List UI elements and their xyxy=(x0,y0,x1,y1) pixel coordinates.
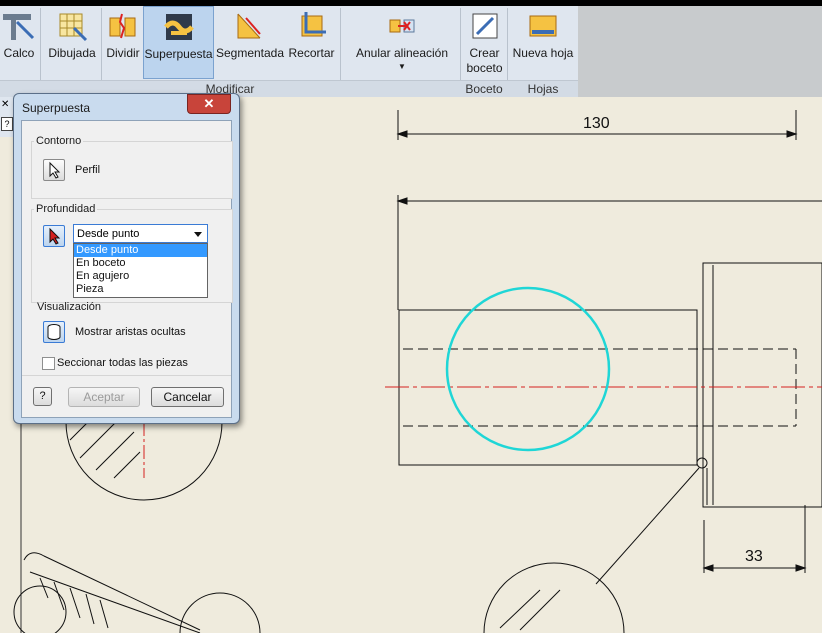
crear-boceto-button[interactable]: Crear boceto xyxy=(462,6,507,79)
dibujada-label: Dibujada xyxy=(48,46,96,60)
superpuesta-button[interactable]: Superpuesta xyxy=(143,6,214,79)
ribbon: Calco Dibujada Dividir Superpuesta Segme… xyxy=(0,0,822,97)
superpuesta-label: Superpuesta xyxy=(144,47,213,61)
profundidad-combo[interactable]: Desde punto xyxy=(73,224,208,243)
perfil-label: Perfil xyxy=(75,164,101,176)
dimension-130-text: 130 xyxy=(583,115,610,132)
superpuesta-icon xyxy=(163,14,194,40)
dialog-body: Contorno Perfil Profundidad Desde punto … xyxy=(21,120,233,418)
dividir-icon xyxy=(109,13,136,39)
dibujada-button[interactable]: Dibujada xyxy=(44,6,100,79)
ribbon-empty-area xyxy=(578,6,822,97)
mostrar-aristas-button[interactable] xyxy=(43,321,65,343)
profundidad-combo-value: Desde punto xyxy=(77,228,140,240)
mostrar-aristas-label: Mostrar aristas ocultas xyxy=(75,326,186,338)
nueva-hoja-icon xyxy=(529,15,557,37)
cursor-arrow-red-icon xyxy=(49,227,61,245)
seccionar-label: Seccionar todas las piezas xyxy=(57,357,188,369)
seccionar-checkbox[interactable] xyxy=(42,357,55,370)
dividir-label: Dividir xyxy=(106,46,140,60)
segmentada-button[interactable]: Segmentada xyxy=(215,6,285,79)
option-en-agujero[interactable]: En agujero xyxy=(74,270,207,283)
profundidad-dropdown-list: Desde punto En boceto En agujero Pieza xyxy=(73,243,208,298)
cylinder-icon xyxy=(47,324,61,340)
dimension-33-text: 33 xyxy=(745,548,763,565)
perfil-select-button[interactable] xyxy=(43,159,65,181)
visualizacion-label: Visualización xyxy=(37,301,102,313)
option-desde-punto[interactable]: Desde punto xyxy=(74,244,207,257)
dividir-button[interactable]: Dividir xyxy=(103,6,143,79)
group-hojas: Hojas xyxy=(508,80,578,97)
help-button[interactable]: ? xyxy=(33,387,52,406)
calco-icon xyxy=(3,14,35,40)
recortar-button[interactable]: Recortar xyxy=(286,6,337,79)
cursor-arrow-icon xyxy=(49,161,61,179)
crear-boceto-label: Crear boceto xyxy=(466,46,503,75)
contorno-label: Contorno xyxy=(34,135,84,147)
group-boceto: Boceto xyxy=(460,80,508,97)
close-icon[interactable]: ✕ xyxy=(1,99,9,110)
anular-alineacion-button[interactable]: Anular alineación ▼ xyxy=(342,6,462,79)
cancelar-button[interactable]: Cancelar xyxy=(151,387,224,407)
chevron-down-icon xyxy=(194,232,202,237)
anular-alineacion-label: Anular alineación xyxy=(355,46,449,60)
crear-boceto-icon xyxy=(472,13,497,39)
segmentada-label: Segmentada xyxy=(215,46,285,60)
profundidad-select-button[interactable] xyxy=(43,225,65,247)
anular-alineacion-icon xyxy=(389,19,415,33)
nueva-hoja-button[interactable]: Nueva hoja xyxy=(509,6,577,79)
calco-label: Calco xyxy=(3,46,35,60)
help-icon[interactable]: ? xyxy=(1,117,13,131)
recortar-icon xyxy=(301,12,326,37)
dialog-close-button[interactable]: ✕ xyxy=(187,94,231,114)
dibujada-icon xyxy=(59,13,88,42)
option-pieza[interactable]: Pieza xyxy=(74,283,207,296)
recortar-label: Recortar xyxy=(288,46,335,60)
left-toolstrip: ✕ ? xyxy=(0,97,13,137)
chevron-down-icon: ▼ xyxy=(398,62,406,71)
nueva-hoja-label: Nueva hoja xyxy=(512,46,574,60)
profundidad-label: Profundidad xyxy=(34,203,98,215)
superpuesta-dialog: Superpuesta ✕ Contorno Perfil Profundida… xyxy=(13,93,240,424)
footer-divider xyxy=(22,375,231,376)
segmentada-icon xyxy=(237,13,261,39)
option-en-boceto[interactable]: En boceto xyxy=(74,257,207,270)
aceptar-button[interactable]: Aceptar xyxy=(68,387,140,407)
calco-button[interactable]: Calco xyxy=(0,6,38,79)
dialog-title: Superpuesta xyxy=(22,101,91,115)
